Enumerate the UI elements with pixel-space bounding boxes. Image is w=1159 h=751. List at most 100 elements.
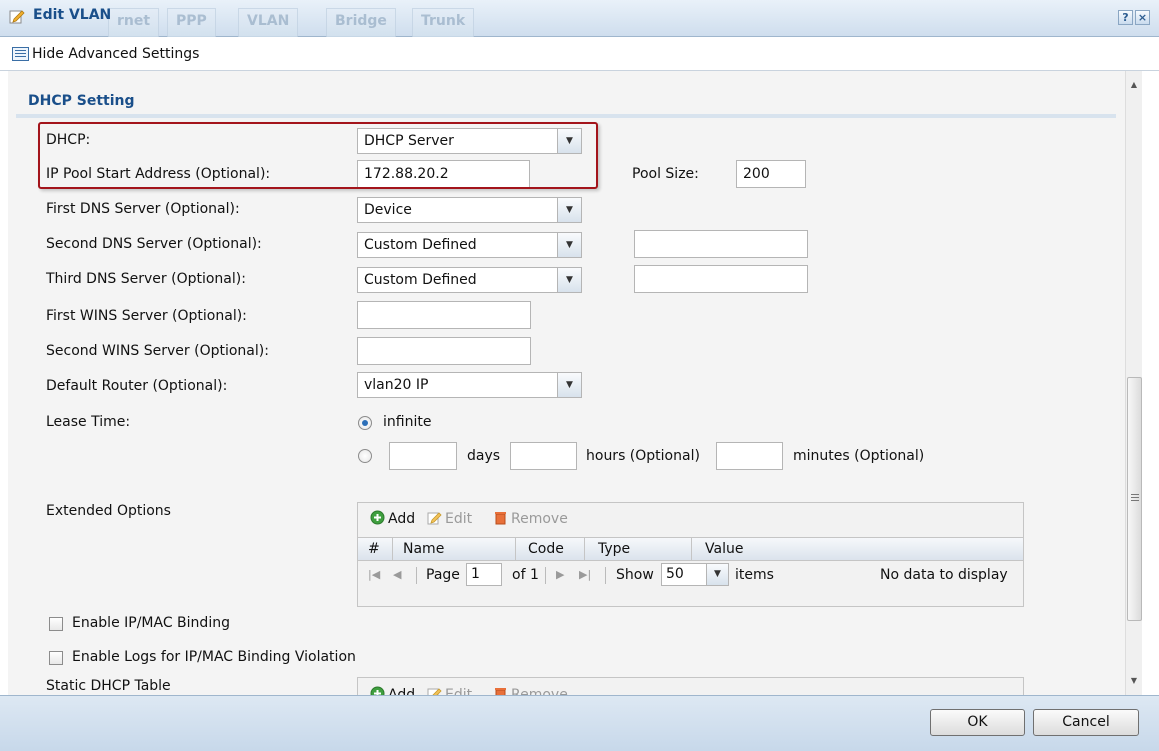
background-tab-ethernet: rnet [108, 8, 160, 37]
dhcp-mode-select[interactable]: DHCP Server ▼ [357, 128, 582, 154]
chevron-down-icon: ▼ [706, 564, 728, 585]
static-add-button[interactable]: Add [370, 686, 415, 695]
lease-minutes-label: minutes (Optional) [793, 448, 925, 464]
third-dns-value: Custom Defined [364, 272, 477, 288]
default-router-label: Default Router (Optional): [46, 378, 228, 394]
lease-hours-label: hours (Optional) [586, 448, 700, 464]
dialog-footer: OK Cancel [0, 695, 1159, 751]
background-tab-trunk: Trunk [412, 8, 475, 37]
add-button[interactable]: Add [370, 510, 415, 527]
chevron-down-icon: ▼ [557, 198, 581, 222]
items-label: items [735, 567, 774, 583]
ok-button[interactable]: OK [930, 709, 1025, 736]
edit-button[interactable]: Edit [427, 510, 472, 527]
lease-hours-input[interactable] [510, 442, 577, 470]
scroll-up-icon[interactable]: ▲ [1126, 77, 1142, 93]
background-tab-vlan: VLAN [238, 8, 299, 37]
ip-mac-binding-checkbox[interactable] [49, 617, 63, 631]
second-dns-custom-input[interactable] [634, 230, 808, 258]
no-data-text: No data to display [880, 567, 1008, 583]
column-header-value: Value [705, 541, 744, 557]
third-dns-label: Third DNS Server (Optional): [46, 271, 246, 287]
chevron-down-icon: ▼ [557, 373, 581, 397]
static-dhcp-toolbar: Add Edit Remove [358, 678, 1023, 695]
page-label: Page [426, 567, 460, 583]
show-label: Show [616, 567, 654, 583]
section-title: DHCP Setting [28, 93, 135, 109]
page-count-label: of 1 [512, 567, 539, 583]
default-router-value: vlan20 IP [364, 377, 429, 393]
chevron-down-icon: ▼ [557, 129, 581, 153]
second-wins-input[interactable] [357, 337, 531, 365]
trash-icon [495, 512, 506, 525]
vertical-scrollbar[interactable]: ▲ ▼ [1125, 71, 1142, 695]
static-dhcp-label: Static DHCP Table [46, 678, 171, 694]
background-tab-ppp: PPP [167, 8, 216, 37]
pool-size-input[interactable]: 200 [736, 160, 806, 188]
first-wins-input[interactable] [357, 301, 531, 329]
static-remove-button[interactable]: Remove [493, 686, 568, 695]
extended-options-header: # Name Code Type Value [358, 537, 1023, 561]
default-router-select[interactable]: vlan20 IP ▼ [357, 372, 582, 398]
dhcp-label: DHCP: [46, 132, 91, 148]
section-divider [16, 114, 1116, 118]
lease-days-input[interactable] [389, 442, 457, 470]
column-header-code: Code [528, 541, 564, 557]
lease-custom-radio[interactable] [358, 449, 372, 463]
dhcp-settings-panel: DHCP Setting DHCP: DHCP Server ▼ IP Pool… [8, 71, 1138, 695]
static-edit-button[interactable]: Edit [427, 686, 472, 695]
chevron-down-icon: ▼ [557, 233, 581, 257]
cancel-button[interactable]: Cancel [1033, 709, 1139, 736]
scroll-down-icon[interactable]: ▼ [1126, 673, 1142, 689]
second-dns-label: Second DNS Server (Optional): [46, 236, 262, 252]
extended-options-toolbar: Add Edit Remove [358, 503, 1023, 534]
second-dns-select[interactable]: Custom Defined ▼ [357, 232, 582, 258]
edit-label: Edit [445, 511, 473, 527]
remove-button[interactable]: Remove [493, 510, 568, 527]
third-dns-custom-input[interactable] [634, 265, 808, 293]
ip-pool-start-input[interactable]: 172.88.20.2 [357, 160, 530, 188]
window-titlebar: rnet PPP VLAN Bridge Trunk Edit VLAN ? × [0, 0, 1159, 37]
last-page-icon[interactable]: ▶| [579, 568, 591, 581]
first-dns-value: Device [364, 202, 412, 218]
chevron-down-icon: ▼ [557, 268, 581, 292]
pool-size-label: Pool Size: [632, 166, 699, 182]
close-button[interactable]: × [1135, 10, 1150, 25]
scrollbar-thumb[interactable] [1127, 377, 1142, 621]
first-dns-select[interactable]: Device ▼ [357, 197, 582, 223]
grip-icon [1131, 494, 1139, 502]
column-header-type: Type [598, 541, 631, 557]
edit-icon [427, 512, 442, 525]
page-size-select[interactable]: 50 ▼ [661, 563, 729, 586]
help-button[interactable]: ? [1118, 10, 1133, 25]
previous-page-icon[interactable]: ◀ [393, 568, 401, 581]
static-add-label: Add [388, 687, 416, 695]
first-page-icon[interactable]: |◀ [368, 568, 380, 581]
lease-infinite-radio[interactable] [358, 416, 372, 430]
hide-advanced-settings-link[interactable]: Hide Advanced Settings [32, 46, 199, 62]
add-label: Add [388, 511, 416, 527]
page-size-value: 50 [666, 566, 684, 582]
edit-icon [427, 688, 442, 695]
column-header-index: # [368, 541, 380, 557]
add-icon [370, 686, 385, 695]
lease-days-label: days [467, 448, 501, 464]
window-title: Edit VLAN [33, 7, 112, 23]
page-number-input[interactable]: 1 [466, 563, 502, 586]
binding-logs-checkbox[interactable] [49, 651, 63, 665]
background-tab-bridge: Bridge [326, 8, 396, 37]
static-dhcp-grid: Add Edit Remove [357, 677, 1024, 695]
third-dns-select[interactable]: Custom Defined ▼ [357, 267, 582, 293]
next-page-icon[interactable]: ▶ [556, 568, 564, 581]
advanced-settings-bar: Hide Advanced Settings [0, 37, 1159, 71]
extended-options-grid: Add Edit Remove # Name Code Type Value |… [357, 502, 1024, 607]
lease-minutes-input[interactable] [716, 442, 783, 470]
edit-icon [9, 10, 25, 24]
extended-options-label: Extended Options [46, 503, 171, 519]
dhcp-mode-value: DHCP Server [364, 133, 454, 149]
second-dns-value: Custom Defined [364, 237, 477, 253]
ip-mac-binding-label: Enable IP/MAC Binding [72, 615, 230, 631]
lease-infinite-label: infinite [383, 414, 432, 430]
ip-pool-start-label: IP Pool Start Address (Optional): [46, 166, 271, 182]
first-wins-label: First WINS Server (Optional): [46, 308, 247, 324]
